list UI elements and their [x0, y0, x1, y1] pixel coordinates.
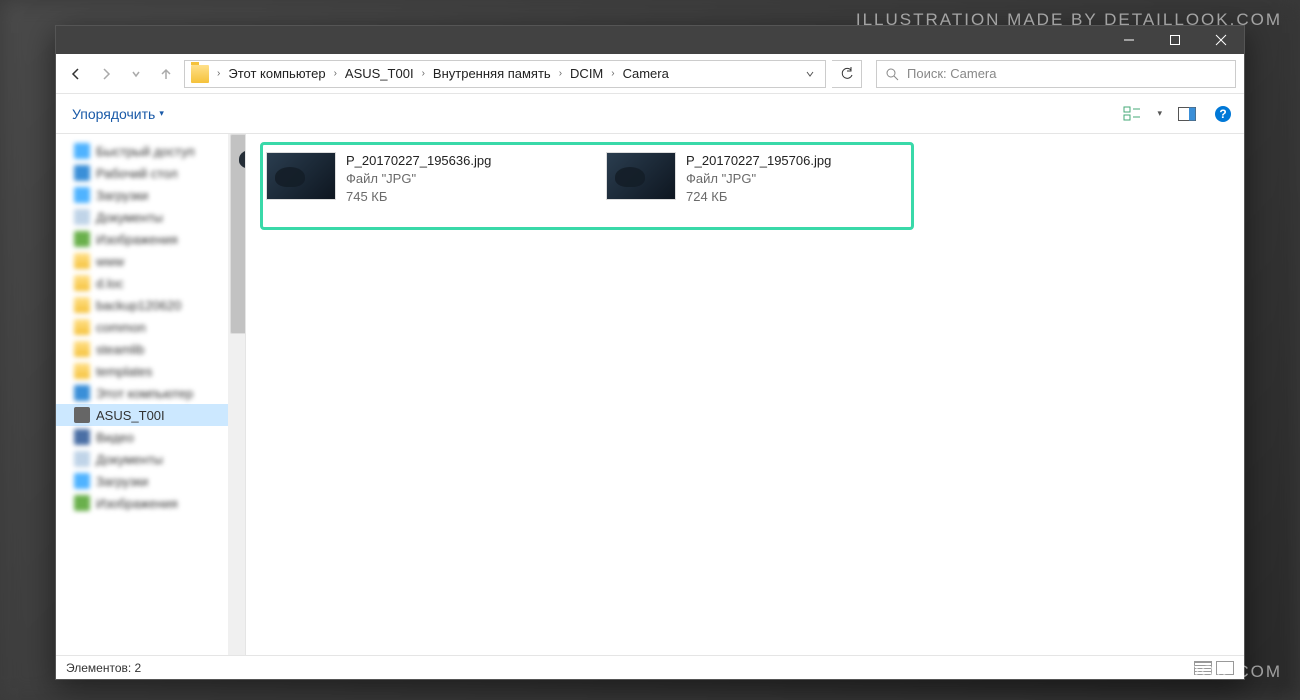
- sidebar-item-7[interactable]: backup120620: [56, 294, 245, 316]
- sidebar-item-12[interactable]: ASUS_T00I: [56, 404, 245, 426]
- nav-back-button[interactable]: [64, 62, 88, 86]
- sidebar-scrollbar[interactable]: [228, 134, 245, 655]
- item-count: Элементов: 2: [66, 661, 141, 675]
- sidebar-icon: [74, 385, 90, 401]
- file-type: Файл "JPG": [346, 170, 491, 188]
- sidebar-item-label: Документы: [96, 452, 163, 467]
- sidebar-icon: [74, 363, 90, 379]
- sidebar-icon: [74, 407, 90, 423]
- sidebar-item-13[interactable]: Видео: [56, 426, 245, 448]
- sidebar-item-label: Этот компьютер: [96, 386, 193, 401]
- sidebar-item-label: common: [96, 320, 146, 335]
- sidebar-icon: [74, 341, 90, 357]
- toolbar: Упорядочить ▾ ▾ ?: [56, 94, 1244, 134]
- sidebar-item-2[interactable]: Загрузки: [56, 184, 245, 206]
- nav-forward-button[interactable]: [94, 62, 118, 86]
- sidebar-item-label: Быстрый доступ: [96, 144, 195, 159]
- sidebar-item-label: backup120620: [96, 298, 181, 313]
- help-button[interactable]: ?: [1212, 103, 1234, 125]
- file-thumbnail: [266, 152, 336, 200]
- sidebar-item-label: Видео: [96, 430, 134, 445]
- sidebar-item-14[interactable]: Документы: [56, 448, 245, 470]
- sidebar-item-15[interactable]: Загрузки: [56, 470, 245, 492]
- sidebar-item-3[interactable]: Документы: [56, 206, 245, 228]
- sidebar-item-label: Загрузки: [96, 474, 148, 489]
- file-thumbnail: [606, 152, 676, 200]
- file-type: Файл "JPG": [686, 170, 831, 188]
- minimize-button[interactable]: [1106, 26, 1152, 54]
- crumb-0[interactable]: Этот компьютер: [224, 64, 329, 83]
- search-input[interactable]: Поиск: Camera: [876, 60, 1236, 88]
- sidebar-item-label: www: [96, 254, 124, 269]
- sidebar-icon: [74, 275, 90, 291]
- file-item-1[interactable]: P_20170227_195706.jpgФайл "JPG"724 КБ: [604, 148, 904, 211]
- watermark-bottom: ILLUSTRATION MADE BY DETAILLOOK.COM: [856, 662, 1282, 682]
- file-size: 745 КБ: [346, 188, 491, 206]
- sidebar-item-10[interactable]: templates: [56, 360, 245, 382]
- breadcrumb-bar[interactable]: › Этот компьютер› ASUS_T00I› Внутренняя …: [184, 60, 826, 88]
- sidebar-item-label: Изображения: [96, 496, 178, 511]
- navigation-pane[interactable]: Быстрый доступ Рабочий стол Загрузки Докуме…: [56, 134, 246, 655]
- sidebar-icon: [74, 319, 90, 335]
- close-button[interactable]: [1198, 26, 1244, 54]
- sidebar-icon: [74, 209, 90, 225]
- sidebar-icon: [74, 165, 90, 181]
- sidebar-icon: [74, 231, 90, 247]
- sidebar-item-label: ASUS_T00I: [96, 408, 165, 423]
- crumb-4[interactable]: Camera: [619, 64, 673, 83]
- sidebar-item-5[interactable]: www: [56, 250, 245, 272]
- sidebar-item-label: steamlib: [96, 342, 144, 357]
- view-dropdown[interactable]: ▾: [1157, 108, 1162, 119]
- sidebar-item-16[interactable]: Изображения: [56, 492, 245, 514]
- file-list-pane[interactable]: P_20170227_195636.jpgФайл "JPG"745 КБP_2…: [246, 134, 1244, 655]
- sidebar-item-0[interactable]: Быстрый доступ: [56, 140, 245, 162]
- sidebar-item-9[interactable]: steamlib: [56, 338, 245, 360]
- sidebar-item-label: Загрузки: [96, 188, 148, 203]
- sidebar-item-8[interactable]: common: [56, 316, 245, 338]
- sidebar-icon: [74, 451, 90, 467]
- sidebar-icon: [74, 473, 90, 489]
- nav-recent-dropdown[interactable]: [124, 62, 148, 86]
- crumb-1[interactable]: ASUS_T00I: [341, 64, 418, 83]
- explorer-window: › Этот компьютер› ASUS_T00I› Внутренняя …: [55, 25, 1245, 680]
- sidebar-icon: [74, 187, 90, 203]
- search-icon: [885, 67, 899, 81]
- sidebar-item-label: Рабочий стол: [96, 166, 178, 181]
- maximize-button[interactable]: [1152, 26, 1198, 54]
- address-dropdown[interactable]: [799, 69, 821, 79]
- file-name: P_20170227_195706.jpg: [686, 152, 831, 170]
- chevron-right-icon: ›: [215, 68, 222, 79]
- refresh-button[interactable]: [832, 60, 862, 88]
- sidebar-item-label: d.loc: [96, 276, 123, 291]
- search-placeholder: Поиск: Camera: [907, 66, 996, 81]
- nav-up-button[interactable]: [154, 62, 178, 86]
- preview-pane-button[interactable]: [1176, 103, 1198, 125]
- view-options-button[interactable]: [1121, 103, 1143, 125]
- sidebar-item-11[interactable]: Этот компьютер: [56, 382, 245, 404]
- sidebar-icon: [74, 495, 90, 511]
- sidebar-icon: [74, 429, 90, 445]
- sidebar-item-label: Документы: [96, 210, 163, 225]
- crumb-3[interactable]: DCIM: [566, 64, 607, 83]
- file-size: 724 КБ: [686, 188, 831, 206]
- crumb-2[interactable]: Внутренняя память: [429, 64, 555, 83]
- sidebar-icon: [74, 143, 90, 159]
- sidebar-item-label: Изображения: [96, 232, 178, 247]
- sidebar-item-label: templates: [96, 364, 152, 379]
- watermark-top: ILLUSTRATION MADE BY DETAILLOOK.COM: [856, 10, 1282, 30]
- titlebar: [56, 26, 1244, 54]
- organize-menu[interactable]: Упорядочить ▾: [66, 102, 170, 126]
- folder-icon: [191, 65, 209, 83]
- address-bar: › Этот компьютер› ASUS_T00I› Внутренняя …: [56, 54, 1244, 94]
- sidebar-icon: [74, 297, 90, 313]
- sidebar-icon: [74, 253, 90, 269]
- sidebar-item-4[interactable]: Изображения: [56, 228, 245, 250]
- svg-text:?: ?: [1219, 107, 1226, 121]
- file-item-0[interactable]: P_20170227_195636.jpgФайл "JPG"745 КБ: [264, 148, 564, 211]
- sidebar-item-6[interactable]: d.loc: [56, 272, 245, 294]
- file-name: P_20170227_195636.jpg: [346, 152, 491, 170]
- sidebar-item-1[interactable]: Рабочий стол: [56, 162, 245, 184]
